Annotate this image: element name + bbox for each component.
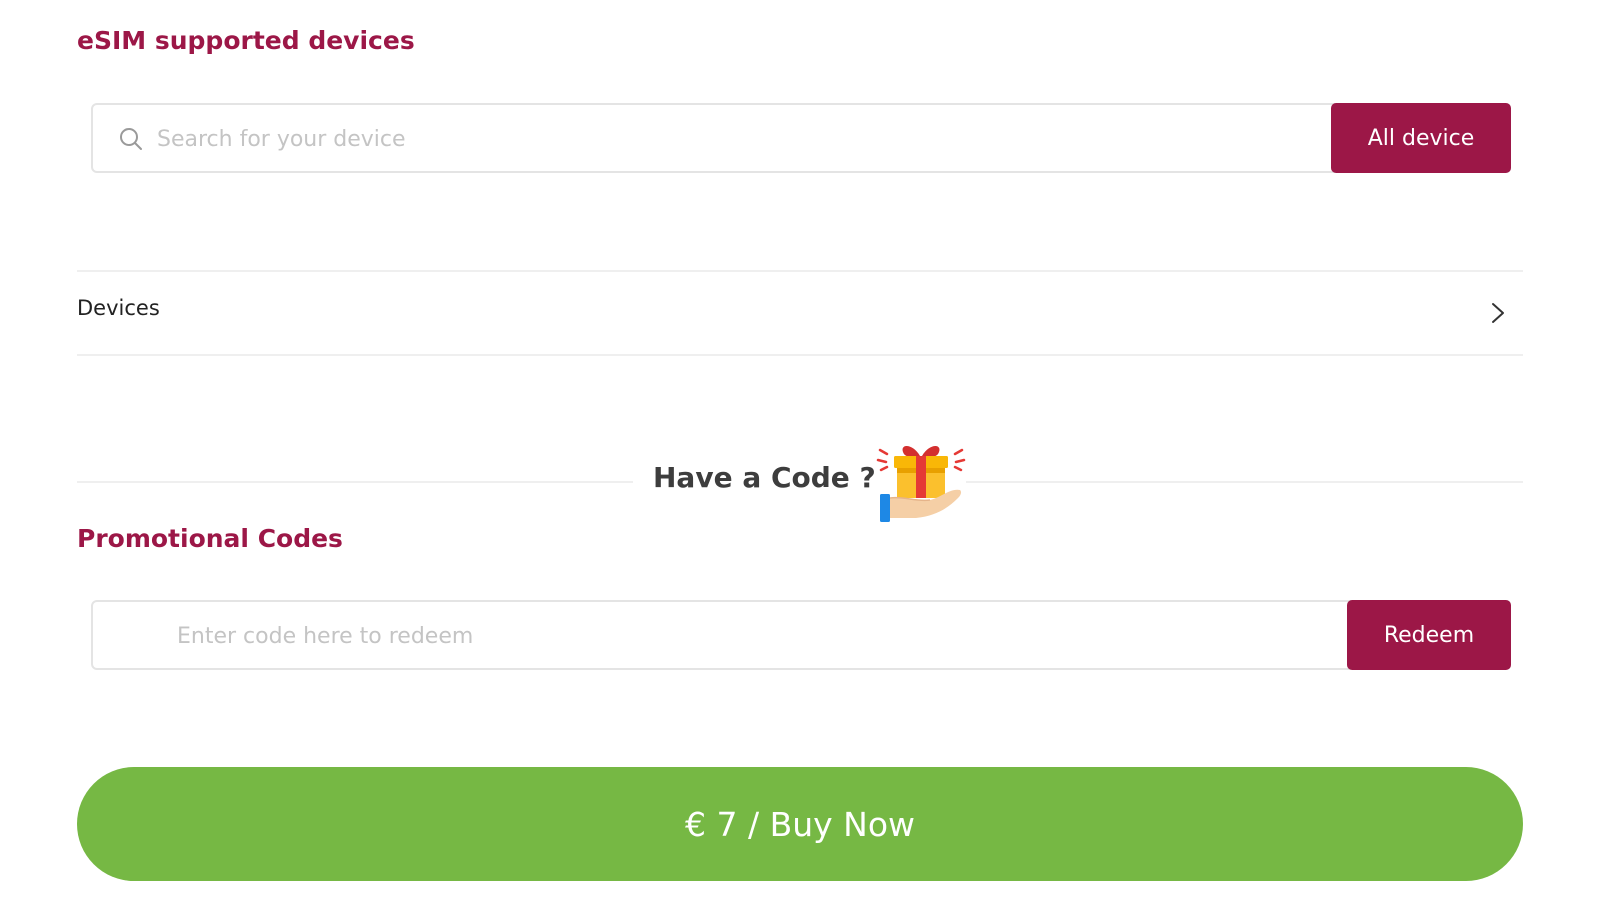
code-divider-right — [966, 481, 1523, 483]
device-search-input[interactable] — [155, 113, 1319, 165]
all-device-button[interactable]: All device — [1331, 103, 1511, 173]
device-search-box[interactable] — [91, 103, 1335, 173]
divider — [77, 354, 1523, 356]
promo-code-input[interactable] — [175, 610, 1329, 662]
gift-in-hand-icon — [876, 446, 966, 522]
promo-code-box[interactable] — [91, 600, 1351, 670]
promo-section-title: Promotional Codes — [77, 524, 343, 553]
devices-label: Devices — [77, 296, 160, 320]
esim-section-title: eSIM supported devices — [77, 26, 415, 55]
device-search-row: All device — [91, 103, 1511, 173]
have-a-code-heading: Have a Code ? — [653, 461, 876, 494]
devices-row[interactable]: Devices — [77, 272, 1523, 354]
promo-code-row: Redeem — [91, 600, 1511, 670]
search-icon — [120, 128, 142, 150]
redeem-button[interactable]: Redeem — [1347, 600, 1511, 670]
buy-now-button[interactable]: € 7 / Buy Now — [77, 767, 1523, 881]
code-divider-left — [77, 481, 633, 483]
chevron-right-icon — [1492, 303, 1504, 323]
